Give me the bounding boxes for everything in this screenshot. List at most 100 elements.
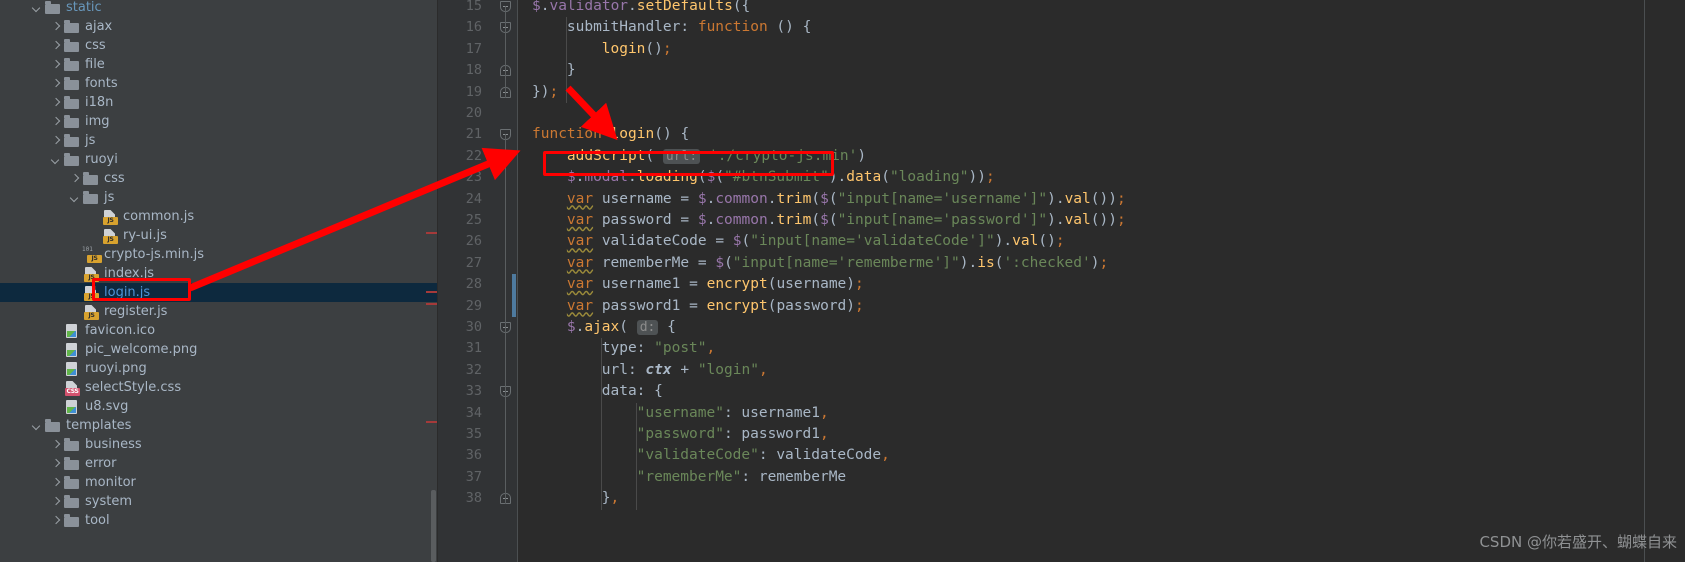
code-line-19[interactable]: });: [532, 82, 558, 103]
chevron-down-icon[interactable]: [49, 153, 62, 166]
code-content[interactable]: $.validator.setDefaults({submitHandler: …: [518, 0, 1685, 562]
tree-item-label: monitor: [85, 475, 136, 490]
chevron-right-icon[interactable]: [68, 172, 81, 185]
code-line-18[interactable]: }: [567, 60, 576, 81]
tree-item-img[interactable]: img: [0, 112, 437, 131]
editor-panel[interactable]: 15 16 17 18 19 20 21 22 23 24 25 26 27 28 29 30 31 32 33 34…: [438, 0, 1685, 562]
editor-gutter[interactable]: 15 16 17 18 19 20 21 22 23 24 25 26 27 28 29 30 31 32 33 34…: [438, 0, 518, 562]
code-line-16[interactable]: submitHandler: function () {: [567, 17, 811, 38]
tree-item-favicon-ico[interactable]: favicon.ico: [0, 321, 437, 340]
tree-item-ajax[interactable]: ajax: [0, 17, 437, 36]
code-line-28[interactable]: var username1 = encrypt(username);: [567, 274, 864, 295]
sidebar-error-stripe-mark[interactable]: [426, 421, 437, 423]
code-line-31[interactable]: type: "post",: [602, 338, 716, 359]
tree-item-css[interactable]: css: [0, 36, 437, 55]
project-tree-panel[interactable]: static ajax css file fonts i18n img js ruoyi css j…: [0, 0, 437, 562]
line-number: 36: [465, 447, 482, 464]
line-number: 18: [465, 62, 482, 79]
code-line-24[interactable]: var username = $.common.trim($("input[na…: [567, 189, 1126, 210]
line-number: 30: [465, 319, 482, 335]
folder-icon: [64, 57, 80, 73]
line-number: 17: [465, 40, 482, 57]
tree-item-register-js[interactable]: JS register.js: [0, 302, 437, 321]
folder-icon: [64, 76, 80, 92]
tree-item-system[interactable]: system: [0, 492, 437, 511]
chevron-right-icon[interactable]: [49, 77, 62, 90]
code-line-30[interactable]: $.ajax( d: {: [567, 317, 676, 338]
sidebar-error-stripe-mark[interactable]: [426, 303, 437, 305]
tree-item-u8-svg[interactable]: u8.svg: [0, 397, 437, 416]
tree-item-js[interactable]: js: [0, 188, 437, 207]
tree-item-ruoyi[interactable]: ruoyi: [0, 150, 437, 169]
chevron-down-icon[interactable]: [30, 1, 43, 14]
chevron-right-icon[interactable]: [49, 39, 62, 52]
image-file-icon: [64, 342, 80, 358]
image-file-icon: [64, 399, 80, 415]
chevron-down-icon[interactable]: [30, 419, 43, 432]
code-line-15[interactable]: $.validator.setDefaults({: [532, 0, 750, 17]
code-line-21[interactable]: function login() {: [532, 124, 689, 145]
sidebar-scrollbar-thumb[interactable]: [431, 490, 436, 562]
tree-item-crypto-js-min-js[interactable]: 101 JS crypto-js.min.js: [0, 245, 437, 264]
code-line-27[interactable]: var rememberMe = $("input[name='remember…: [567, 253, 1108, 274]
tree-item-fonts[interactable]: fonts: [0, 74, 437, 93]
code-line-36[interactable]: "validateCode": validateCode,: [637, 445, 890, 466]
tree-item-ruoyi-png[interactable]: ruoyi.png: [0, 359, 437, 378]
code-line-26[interactable]: var validateCode = $("input[name='valida…: [567, 231, 1065, 252]
fold-region-line: [505, 391, 506, 505]
code-line-37[interactable]: "rememberMe": rememberMe: [637, 467, 847, 488]
tree-item-file[interactable]: file: [0, 55, 437, 74]
code-line-35[interactable]: "password": password1,: [637, 424, 829, 445]
line-number: 31: [465, 340, 482, 357]
chevron-right-icon[interactable]: [49, 457, 62, 470]
tree-item-tool[interactable]: tool: [0, 511, 437, 530]
chevron-right-icon[interactable]: [49, 115, 62, 128]
tree-item-error[interactable]: error: [0, 454, 437, 473]
code-line-33[interactable]: data: {: [602, 381, 663, 402]
tree-item-label: system: [85, 494, 132, 509]
folder-icon: [64, 95, 80, 111]
image-file-icon: [64, 323, 80, 339]
line-number: 38: [465, 490, 482, 507]
tree-item-ry-ui-js[interactable]: JS ry-ui.js: [0, 226, 437, 245]
line-number: 15: [465, 0, 482, 14]
css-file-icon: CSS: [64, 380, 80, 396]
chevron-right-icon[interactable]: [49, 134, 62, 147]
tree-item-pic-welcome-png[interactable]: pic_welcome.png: [0, 340, 437, 359]
tree-item-label: favicon.ico: [85, 323, 156, 338]
tree-item-i18n[interactable]: i18n: [0, 93, 437, 112]
tree-item-js[interactable]: js: [0, 131, 437, 150]
code-line-25[interactable]: var password = $.common.trim($("input[na…: [567, 210, 1126, 231]
chevron-right-icon[interactable]: [49, 495, 62, 508]
tree-no-arrow: [49, 362, 62, 375]
sidebar-error-stripe-mark[interactable]: [426, 232, 437, 234]
chevron-down-icon[interactable]: [68, 191, 81, 204]
tree-item-login-js[interactable]: JS login.js: [0, 283, 437, 302]
code-line-34[interactable]: "username": username1,: [637, 403, 829, 424]
chevron-right-icon[interactable]: [49, 514, 62, 527]
chevron-right-icon[interactable]: [49, 20, 62, 33]
tree-item-business[interactable]: business: [0, 435, 437, 454]
ide-window: static ajax css file fonts i18n img js ruoyi css j…: [0, 0, 1685, 562]
tree-item-templates[interactable]: templates: [0, 416, 437, 435]
code-line-29[interactable]: var password1 = encrypt(password);: [567, 296, 864, 317]
chevron-right-icon[interactable]: [49, 96, 62, 109]
tree-item-label: u8.svg: [85, 399, 129, 414]
vcs-change-marker[interactable]: [512, 274, 516, 317]
tree-item-common-js[interactable]: JS common.js: [0, 207, 437, 226]
chevron-right-icon[interactable]: [49, 438, 62, 451]
line-number: 25: [465, 212, 482, 228]
tree-item-static[interactable]: static: [0, 0, 437, 17]
tree-item-index-js[interactable]: JS index.js: [0, 264, 437, 283]
chevron-right-icon[interactable]: [49, 476, 62, 489]
chevron-right-icon[interactable]: [49, 58, 62, 71]
js-badge: JS: [103, 216, 118, 225]
tree-item-css[interactable]: css: [0, 169, 437, 188]
sidebar-error-stripe-mark[interactable]: [426, 291, 437, 293]
code-line-32[interactable]: url: ctx + "login",: [602, 360, 768, 381]
code-line-38[interactable]: },: [602, 488, 619, 509]
tree-item-monitor[interactable]: monitor: [0, 473, 437, 492]
folder-icon: [64, 513, 80, 529]
tree-item-selectstyle-css[interactable]: CSS selectStyle.css: [0, 378, 437, 397]
code-line-17[interactable]: login();: [602, 39, 672, 60]
